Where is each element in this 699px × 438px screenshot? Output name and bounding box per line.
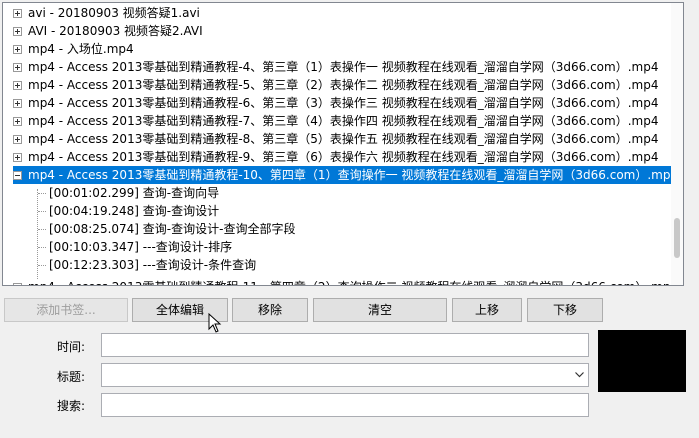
tree-child-item[interactable]: [00:12:23.303] ---查询设计-条件查询: [49, 256, 256, 274]
clear-button[interactable]: 清空: [313, 298, 447, 322]
tree-item-label: mp4 - Access 2013零基础到精通教程-9、第三章（6）表操作六 视…: [28, 150, 659, 164]
title-combobox[interactable]: [101, 363, 589, 387]
tree-child-item[interactable]: [00:04:19.248] 查询-查询设计: [49, 202, 219, 220]
tree-item-label: mp4 - Access 2013零基础到精通教程-10、第四章（1）查询操作一…: [28, 168, 679, 182]
expand-plus-icon[interactable]: [13, 99, 22, 108]
tree-item-label: mp4 - Access 2013零基础到精通教程-6、第三章（3）表操作三 视…: [28, 96, 659, 110]
expand-plus-icon[interactable]: [13, 153, 22, 162]
expand-plus-icon[interactable]: [13, 45, 22, 54]
search-label: 搜索:: [57, 399, 86, 413]
time-field[interactable]: [101, 333, 589, 357]
expand-plus-icon[interactable]: [13, 9, 22, 18]
tree-item[interactable]: AVI - 20180903 视频答疑2.AVI: [13, 22, 203, 40]
tree-item[interactable]: mp4 - 入场位.mp4: [13, 40, 134, 58]
tree-item[interactable]: mp4 - Access 2013零基础到精通教程-5、第三章（2）表操作二 视…: [13, 76, 658, 94]
title-label: 标题:: [57, 370, 86, 384]
tree-item-label: mp4 - Access 2013零基础到精通教程-8、第三章（5）表操作五 视…: [28, 132, 659, 146]
tree-scrollbar[interactable]: [671, 3, 683, 285]
tree-child-item[interactable]: [00:01:02.299] 查询-查询向导: [49, 184, 219, 202]
tree-item-label: AVI - 20180903 视频答疑2.AVI: [28, 24, 203, 38]
tree-branch-line: [38, 193, 46, 194]
tree-child-item[interactable]: [00:10:03.347] ---查询设计-排序: [49, 238, 232, 256]
move-up-button[interactable]: 上移: [452, 298, 522, 322]
chevron-down-icon[interactable]: [575, 372, 584, 378]
tree-item-label: [00:08:25.074] 查询-查询设计-查询全部字段: [49, 222, 296, 236]
tree-item-label: mp4 - Access 2013零基础到精通教程-11、第四章（2）查询操作二…: [28, 280, 678, 285]
expand-plus-icon[interactable]: [13, 81, 22, 90]
tree-item[interactable]: mp4 - Access 2013零基础到精通教程-6、第三章（3）表操作三 视…: [13, 94, 658, 112]
tree-branch-line: [38, 211, 46, 212]
tree-item-label: avi - 20180903 视频答疑1.avi: [28, 6, 200, 20]
tree-branch-line: [38, 265, 46, 266]
expand-plus-icon[interactable]: [13, 117, 22, 126]
tree-item-label: [00:01:02.299] 查询-查询向导: [49, 186, 220, 200]
bookmark-tree[interactable]: avi - 20180903 视频答疑1.avi AVI - 20180903 视…: [2, 2, 684, 286]
tree-branch-line: [38, 229, 46, 230]
expand-plus-icon[interactable]: [13, 135, 22, 144]
tree-item[interactable]: avi - 20180903 视频答疑1.avi: [13, 4, 200, 22]
tree-item-label: mp4 - Access 2013零基础到精通教程-4、第三章（1）表操作一 视…: [28, 60, 659, 74]
expand-plus-icon[interactable]: [13, 63, 22, 72]
search-input[interactable]: [101, 393, 589, 417]
expand-plus-icon[interactable]: [13, 27, 22, 36]
tree-item[interactable]: mp4 - Access 2013零基础到精通教程-11、第四章（2）查询操作二…: [13, 278, 678, 285]
tree-guide-line: [37, 189, 38, 279]
tree-item-label: mp4 - 入场位.mp4: [28, 42, 134, 56]
remove-button[interactable]: 移除: [232, 298, 308, 322]
scroll-thumb[interactable]: [674, 218, 680, 258]
tree-branch-line: [38, 247, 46, 248]
tree-child-item[interactable]: [00:08:25.074] 查询-查询设计-查询全部字段: [49, 220, 295, 238]
video-preview: [598, 330, 686, 392]
tree-item-label: [00:04:19.248] 查询-查询设计: [49, 204, 220, 218]
tree-item[interactable]: mp4 - Access 2013零基础到精通教程-10、第四章（1）查询操作一…: [13, 166, 678, 184]
tree-item[interactable]: mp4 - Access 2013零基础到精通教程-8、第三章（5）表操作五 视…: [13, 130, 658, 148]
collapse-minus-icon[interactable]: [13, 171, 22, 180]
tree-item[interactable]: mp4 - Access 2013零基础到精通教程-9、第三章（6）表操作六 视…: [13, 148, 658, 166]
tree-item-label: mp4 - Access 2013零基础到精通教程-7、第三章（4）表操作四 视…: [28, 114, 659, 128]
move-down-button[interactable]: 下移: [527, 298, 603, 322]
add-bookmark-button[interactable]: 添加书签...: [4, 298, 128, 322]
time-label: 时间:: [57, 340, 86, 354]
expand-plus-icon[interactable]: [13, 283, 22, 285]
tree-item-label: [00:12:23.303] ---查询设计-条件查询: [49, 258, 257, 272]
mouse-cursor-icon: [208, 313, 222, 333]
tree-item[interactable]: mp4 - Access 2013零基础到精通教程-7、第三章（4）表操作四 视…: [13, 112, 658, 130]
tree-item-label: mp4 - Access 2013零基础到精通教程-5、第三章（2）表操作二 视…: [28, 78, 659, 92]
tree-item[interactable]: mp4 - Access 2013零基础到精通教程-4、第三章（1）表操作一 视…: [13, 58, 658, 76]
tree-item-label: [00:10:03.347] ---查询设计-排序: [49, 240, 233, 254]
